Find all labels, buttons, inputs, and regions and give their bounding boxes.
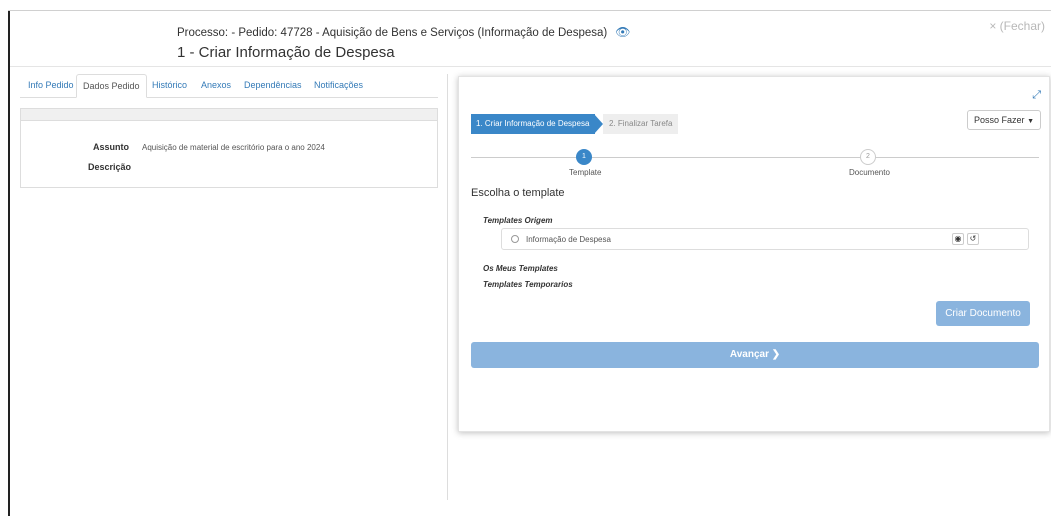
progress-step-2[interactable]: 2 bbox=[860, 149, 876, 165]
posso-fazer-label: Posso Fazer bbox=[974, 115, 1025, 125]
wizard-step-1[interactable]: 1. Criar Informação de Despesa bbox=[471, 114, 596, 134]
tab-notificacoes[interactable]: Notificações bbox=[308, 74, 369, 98]
tab-dados-pedido[interactable]: Dados Pedido bbox=[76, 74, 147, 98]
progress-step-1[interactable]: 1 bbox=[576, 149, 592, 165]
process-text: Processo: - Pedido: 47728 - Aquisição de… bbox=[177, 27, 608, 39]
task-header: Processo: - Pedido: 47728 - Aquisição de… bbox=[10, 11, 1051, 67]
tab-historico[interactable]: Histórico bbox=[146, 74, 193, 98]
templates-origem-label: Templates Origem bbox=[483, 216, 553, 225]
avancar-button[interactable]: Avançar ❯ bbox=[471, 342, 1039, 368]
caret-down-icon: ▼ bbox=[1027, 118, 1034, 125]
expand-icon[interactable]: ⤢ bbox=[1032, 89, 1041, 102]
template-row[interactable]: Informação de Despesa ◉ ↺ bbox=[501, 228, 1029, 250]
wizard-step-arrow bbox=[594, 114, 603, 134]
progress-step-2-label: Documento bbox=[849, 168, 890, 177]
posso-fazer-dropdown[interactable]: Posso Fazer ▼ bbox=[967, 110, 1041, 130]
tab-anexos[interactable]: Anexos bbox=[195, 74, 237, 98]
template-radio[interactable] bbox=[511, 235, 519, 243]
assunto-value: Aquisição de material de escritório para… bbox=[142, 143, 325, 152]
tab-dependencias[interactable]: Dependências bbox=[238, 74, 308, 98]
meus-templates-label: Os Meus Templates bbox=[483, 264, 558, 273]
tab-info-pedido[interactable]: Info Pedido bbox=[22, 74, 80, 98]
wizard-step-2[interactable]: 2. Finalizar Tarefa bbox=[603, 114, 679, 134]
chevron-right-icon: ❯ bbox=[771, 349, 781, 360]
section-heading: Escolha o template bbox=[471, 187, 565, 199]
eye-icon[interactable]: 👁 bbox=[615, 25, 630, 39]
avancar-label: Avançar bbox=[729, 349, 769, 360]
criar-documento-button[interactable]: Criar Documento bbox=[936, 301, 1030, 326]
progress-step-1-label: Template bbox=[569, 168, 602, 177]
panel-divider bbox=[447, 74, 448, 500]
close-button[interactable]: × (Fechar) bbox=[989, 19, 1045, 33]
page-title: 1 - Criar Informação de Despesa bbox=[177, 44, 395, 61]
assunto-label: Assunto bbox=[93, 142, 129, 152]
preview-eye-icon[interactable]: ◉ bbox=[952, 233, 964, 245]
tab-bar: Info Pedido Dados Pedido Histórico Anexo… bbox=[20, 74, 438, 98]
templates-temporarios-label: Templates Temporarios bbox=[483, 280, 573, 289]
order-panel: Info Pedido Dados Pedido Histórico Anexo… bbox=[20, 74, 438, 514]
descricao-label: Descrição bbox=[88, 162, 132, 172]
progress-track bbox=[471, 157, 1039, 158]
edit-template-icon[interactable]: ↺ bbox=[967, 233, 979, 245]
order-details-box: Assunto Aquisição de material de escritó… bbox=[20, 108, 438, 188]
template-name: Informação de Despesa bbox=[526, 235, 611, 244]
wizard-card: ⤢ 1. Criar Informação de Despesa 2. Fina… bbox=[458, 76, 1050, 432]
process-line: Processo: - Pedido: 47728 - Aquisição de… bbox=[177, 25, 630, 39]
details-header-bar bbox=[21, 109, 437, 121]
window-border bbox=[8, 10, 10, 516]
task-window: Processo: - Pedido: 47728 - Aquisição de… bbox=[0, 0, 1051, 516]
